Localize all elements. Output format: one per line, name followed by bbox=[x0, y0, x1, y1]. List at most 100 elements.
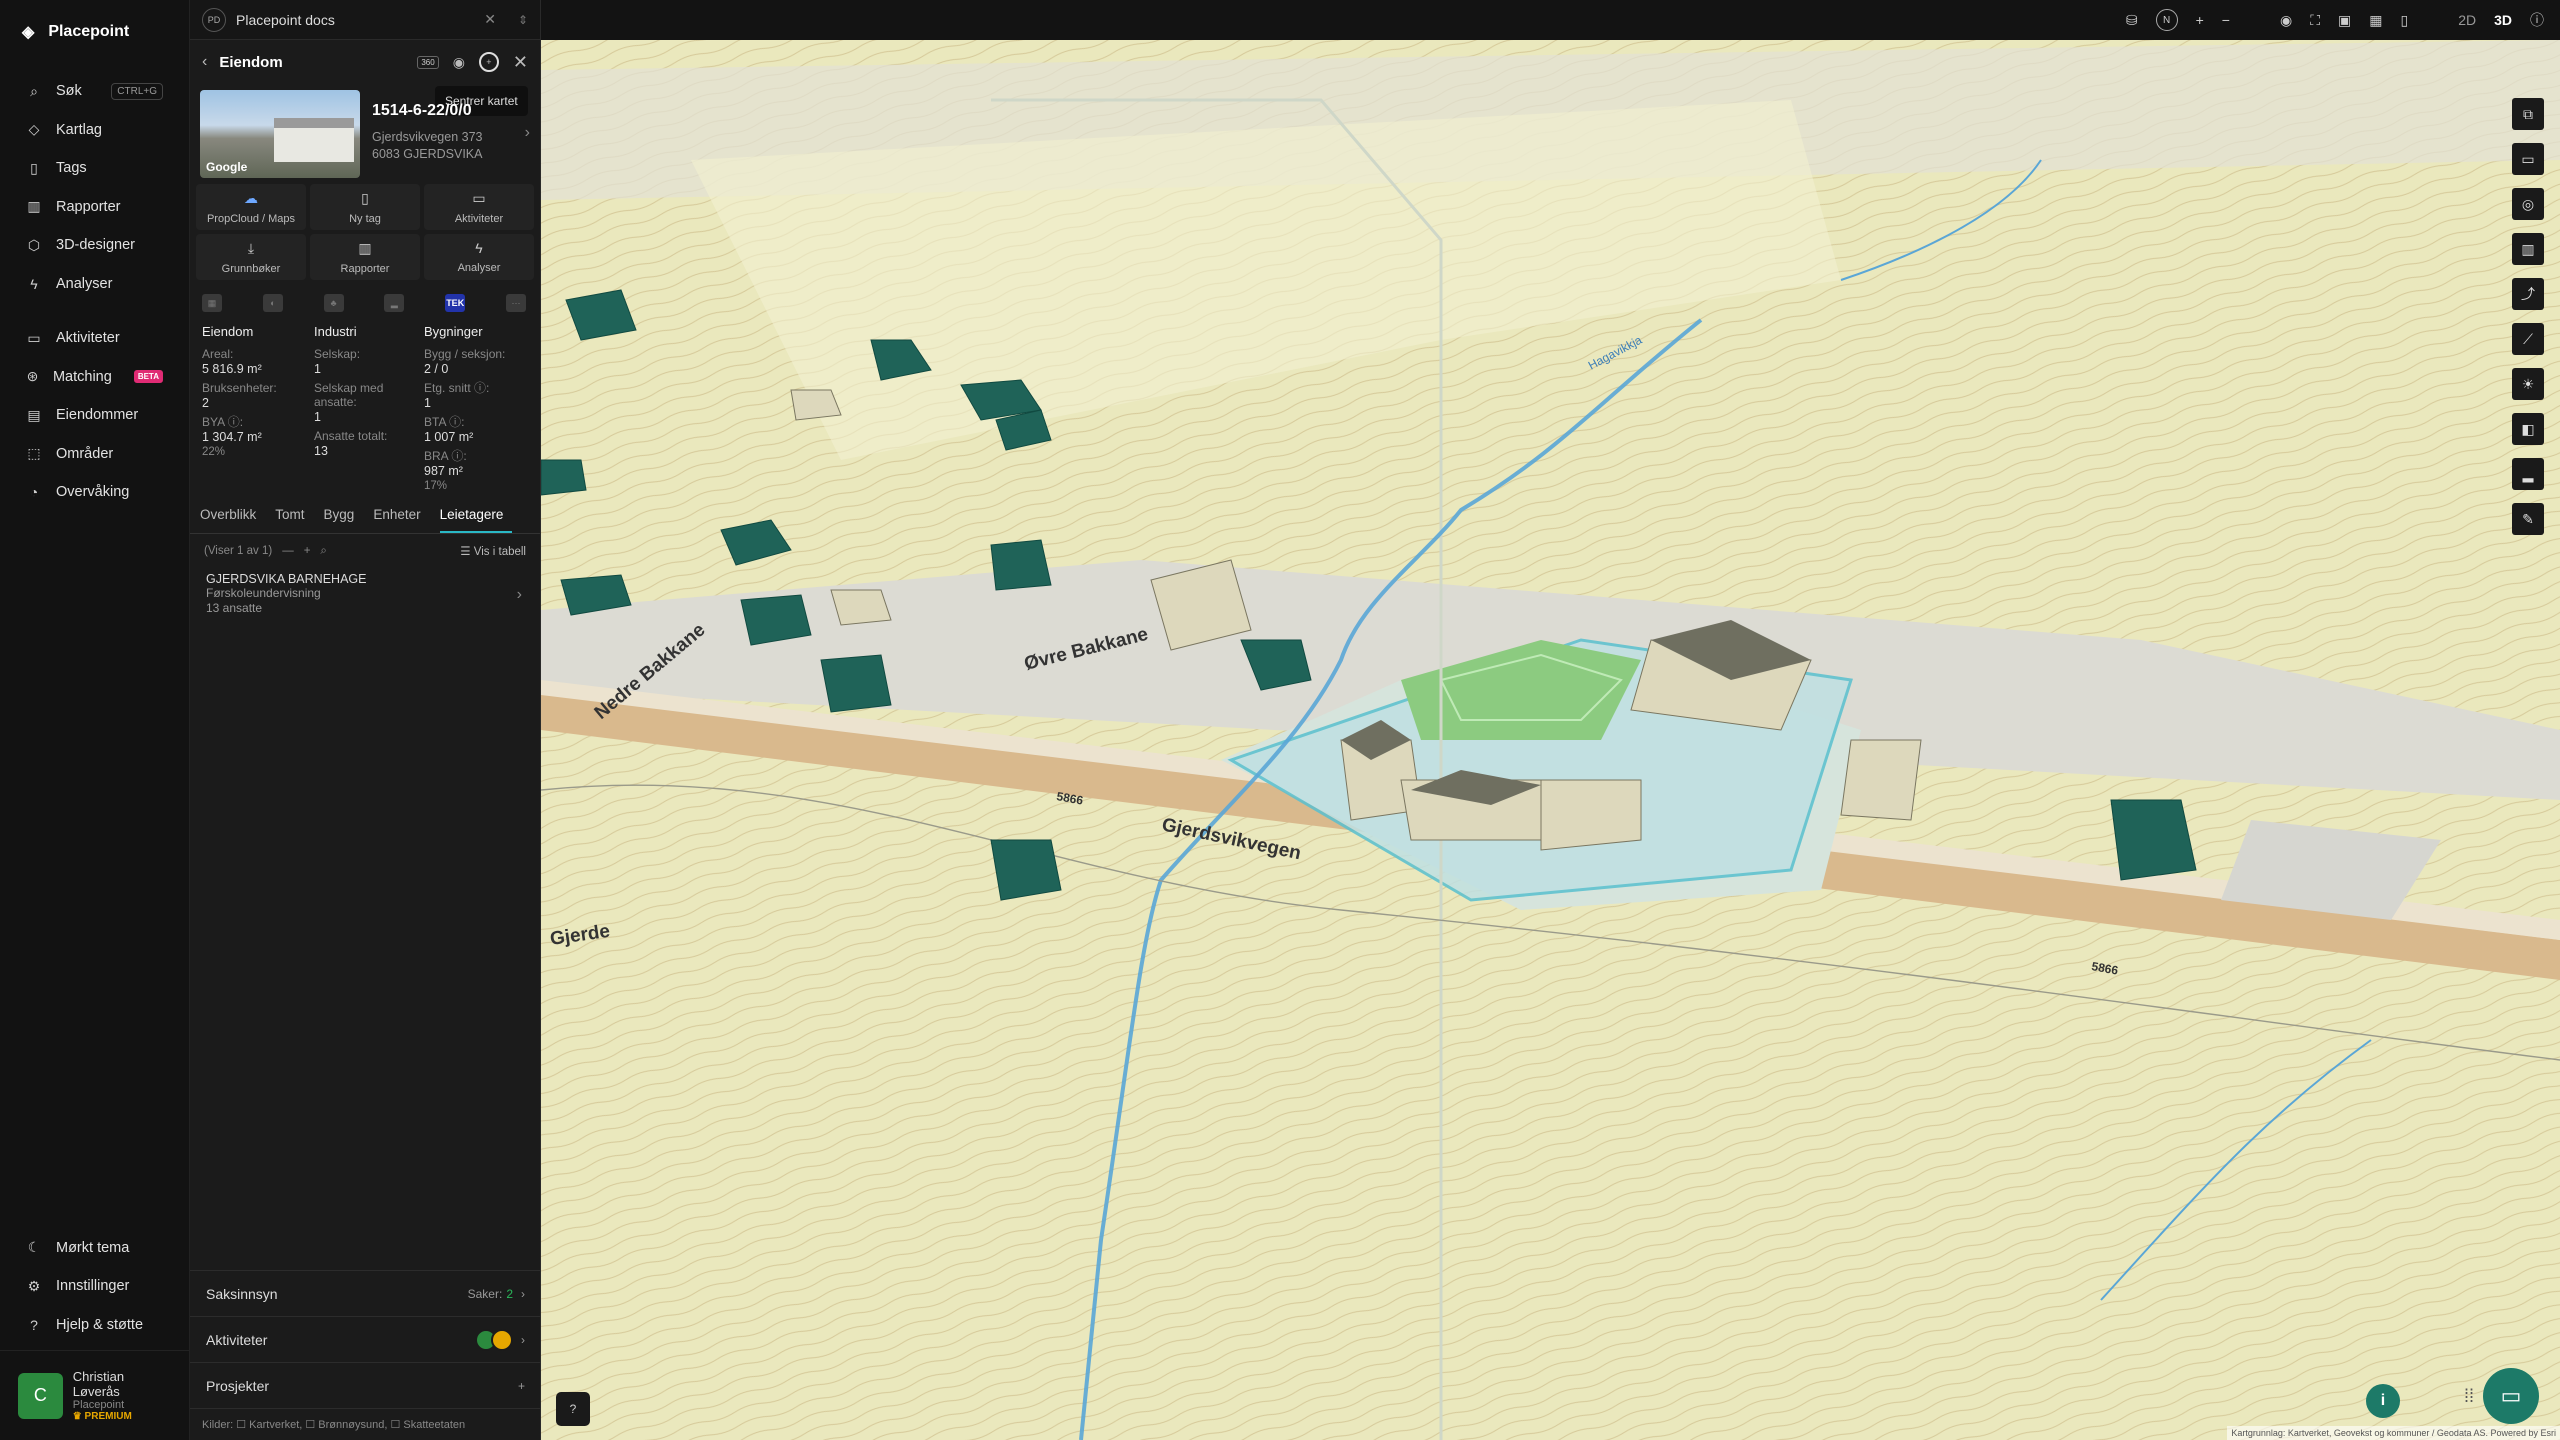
edit-icon[interactable]: ✎ bbox=[2512, 503, 2544, 535]
mode-2d-button[interactable]: 2D bbox=[2458, 12, 2476, 28]
nav-item-3d-designer[interactable]: ⬡ 3D-designer bbox=[0, 226, 189, 265]
tab-leietagere[interactable]: Leietagere bbox=[439, 507, 513, 533]
elevation-icon[interactable]: ▂ bbox=[2512, 458, 2544, 490]
nav-item-kartlag[interactable]: ◇ Kartlag bbox=[0, 111, 189, 150]
sources: Kilder: ☐ Kartverket, ☐ Brønnøysund, ☐ S… bbox=[190, 1408, 541, 1440]
workspace-title[interactable]: Placepoint docs bbox=[236, 12, 335, 28]
nav-label: Områder bbox=[56, 445, 114, 462]
workspace-badge: PD bbox=[202, 7, 226, 32]
stats-heading: Industri bbox=[314, 324, 357, 339]
results-count: (Viser 1 av 1) bbox=[204, 545, 273, 557]
analyses-button[interactable]: ϟ Analyser bbox=[424, 234, 534, 280]
property-stats: Eiendom Areal: 5 816.9 m² Bruksenheter: … bbox=[190, 316, 540, 493]
add-icon[interactable]: + bbox=[518, 1379, 525, 1393]
shadow-icon[interactable]: ◧ bbox=[2512, 413, 2544, 445]
close-icon[interactable]: ✕ bbox=[484, 11, 496, 28]
grid-icon[interactable]: ▦ bbox=[2369, 12, 2382, 29]
fullscreen-icon[interactable]: ⛶ bbox=[2310, 12, 2320, 29]
stat-value: 987 m² bbox=[424, 464, 463, 478]
layers-icon[interactable]: ⧉ bbox=[2512, 98, 2544, 130]
nav-item-rapporter[interactable]: ▥ Rapporter bbox=[0, 188, 189, 227]
saksinnsyn-row[interactable]: Saksinnsyn Saker: 2 › bbox=[190, 1270, 541, 1316]
nav-item-settings[interactable]: ⚙ Innstillinger bbox=[0, 1267, 190, 1306]
nav-label: Innstillinger bbox=[56, 1278, 130, 1295]
signal-icon[interactable]: ▂ bbox=[384, 294, 405, 312]
nav-item-dark-theme[interactable]: ☾ Mørkt tema bbox=[0, 1229, 190, 1268]
map-3d-view[interactable]: Øvre Bakkane Gjerdsvikvegen Nedre Bakkan… bbox=[541, 40, 2560, 1440]
nav-label: Mørkt tema bbox=[56, 1239, 130, 1256]
reports-button[interactable]: ▥ Rapporter bbox=[310, 234, 420, 280]
user-profile[interactable]: C Christian Løverås Placepoint ♛ PREMIUM bbox=[0, 1350, 190, 1440]
new-tag-button[interactable]: ▯ Ny tag bbox=[310, 184, 420, 230]
nav-item-aktiviteter[interactable]: ▭ Aktiviteter bbox=[0, 319, 189, 358]
table-view-toggle[interactable]: ☰ Vis i tabell bbox=[460, 544, 526, 558]
plus-icon[interactable]: + bbox=[304, 545, 311, 557]
info-icon[interactable]: i bbox=[2366, 1384, 2400, 1418]
nav-item-analyser[interactable]: ϟ Analyser bbox=[0, 265, 189, 304]
compass-icon[interactable]: N bbox=[2155, 9, 2178, 31]
minus-icon[interactable]: — bbox=[282, 545, 294, 557]
brand[interactable]: ◈ Placepoint bbox=[0, 0, 189, 72]
camera-icon[interactable]: ▣ bbox=[2338, 12, 2351, 29]
view-icon[interactable]: ◎ bbox=[2512, 188, 2544, 220]
help-icon[interactable]: ? bbox=[556, 1392, 590, 1426]
bookmark-icon[interactable]: ▯ bbox=[2400, 12, 2408, 29]
tab-bygg[interactable]: Bygg bbox=[324, 507, 364, 533]
nav-item-tags[interactable]: ▯ Tags bbox=[0, 149, 189, 188]
center-map-icon[interactable]: + bbox=[478, 52, 499, 72]
map-side-tools: ⧉ ▭ ◎ ▥ ⤴ ⟋ ☀ ◧ ▂ ✎ bbox=[2512, 98, 2544, 535]
tab-tomt[interactable]: Tomt bbox=[275, 507, 313, 533]
nav-item-omrader[interactable]: ⬚ Områder bbox=[0, 435, 189, 474]
profile-icon[interactable]: ⟋ bbox=[2512, 323, 2544, 355]
more-icon[interactable]: ⋯ bbox=[505, 294, 526, 312]
nav-item-help[interactable]: ? Hjelp & støtte bbox=[0, 1306, 190, 1345]
prosjekter-row[interactable]: Prosjekter + bbox=[190, 1362, 541, 1408]
chevron-right-icon[interactable]: › bbox=[525, 124, 530, 142]
propcloud-button[interactable]: ☁ PropCloud / Maps bbox=[196, 184, 306, 230]
close-panel-icon[interactable]: ✕ bbox=[513, 52, 528, 73]
stat-label: Selskap: bbox=[314, 347, 361, 361]
list-item[interactable]: GJERDSVIKA BARNEHAGE Førskoleundervisnin… bbox=[190, 568, 540, 616]
route-icon[interactable]: ⤴ bbox=[2512, 278, 2544, 310]
list-icon: ☰ bbox=[460, 546, 474, 558]
nav-item-overvaking[interactable]: ◔ Overvåking bbox=[0, 473, 189, 512]
map-toolbar: ⛁ N + − ◉ ⛶ ▣ ▦ ▯ 2D 3D ⓘ bbox=[541, 0, 2560, 40]
nav-item-eiendommer[interactable]: ▤ Eiendommer bbox=[0, 396, 189, 435]
nav-item-search[interactable]: ⌕ Søk CTRL+G bbox=[0, 72, 189, 111]
stat-label: Bruksenheter: bbox=[202, 381, 277, 395]
layers-3d-icon[interactable]: ⛁ bbox=[2126, 12, 2138, 29]
search-icon[interactable]: ⌕ bbox=[320, 545, 326, 558]
activities-button[interactable]: ▭ Aktiviteter bbox=[424, 184, 534, 230]
button-label: Rapporter bbox=[340, 262, 390, 275]
stat-label: BYA ⓘ: bbox=[202, 415, 244, 429]
tek-icon[interactable]: TEK bbox=[445, 294, 466, 312]
globe-icon[interactable]: ◐ bbox=[262, 294, 283, 312]
zoom-out-icon[interactable]: − bbox=[2222, 12, 2230, 28]
grid-icon[interactable]: ▦ bbox=[202, 294, 222, 312]
eye-icon[interactable]: ◉ bbox=[453, 54, 465, 71]
info-icon[interactable]: ⓘ bbox=[2530, 10, 2544, 30]
sun-icon[interactable]: ☀ bbox=[2512, 368, 2544, 400]
workspace-header: PD Placepoint docs ✕ ⇕ bbox=[190, 0, 540, 40]
aktiviteter-row[interactable]: Aktiviteter › bbox=[190, 1316, 541, 1362]
measure-icon[interactable]: ▭ bbox=[2512, 143, 2544, 175]
tab-enheter[interactable]: Enheter bbox=[373, 507, 429, 533]
drag-handle-icon[interactable]: ⁞⁞ bbox=[2464, 1386, 2474, 1407]
tab-overblikk[interactable]: Overblikk bbox=[200, 507, 265, 533]
property-card[interactable]: Google 1514-6-22/0/0 Gjerdsvikvegen 373 … bbox=[190, 84, 540, 178]
mode-3d-button[interactable]: 3D bbox=[2494, 12, 2512, 28]
nav-label: Søk bbox=[56, 83, 82, 100]
chart-icon[interactable]: ▥ bbox=[2512, 233, 2544, 265]
zoom-in-icon[interactable]: + bbox=[2196, 12, 2204, 28]
expand-icon[interactable]: ⇕ bbox=[518, 13, 528, 27]
street-photo[interactable]: Google bbox=[200, 90, 360, 178]
eye-icon[interactable]: ◉ bbox=[2280, 12, 2292, 29]
stat-label: Bygg / seksjon: bbox=[424, 347, 506, 361]
land-registry-button[interactable]: ⤓ Grunnbøker bbox=[196, 234, 306, 280]
street-view-icon[interactable]: 360 bbox=[417, 55, 439, 69]
nav-item-matching[interactable]: ⊛ Matching BETA bbox=[0, 358, 189, 397]
back-icon[interactable]: ‹ bbox=[202, 53, 207, 71]
toggle-label: Vis i tabell bbox=[473, 546, 526, 558]
plant-icon[interactable]: ♣ bbox=[323, 294, 344, 312]
chat-icon[interactable]: ▭ bbox=[2483, 1368, 2539, 1424]
